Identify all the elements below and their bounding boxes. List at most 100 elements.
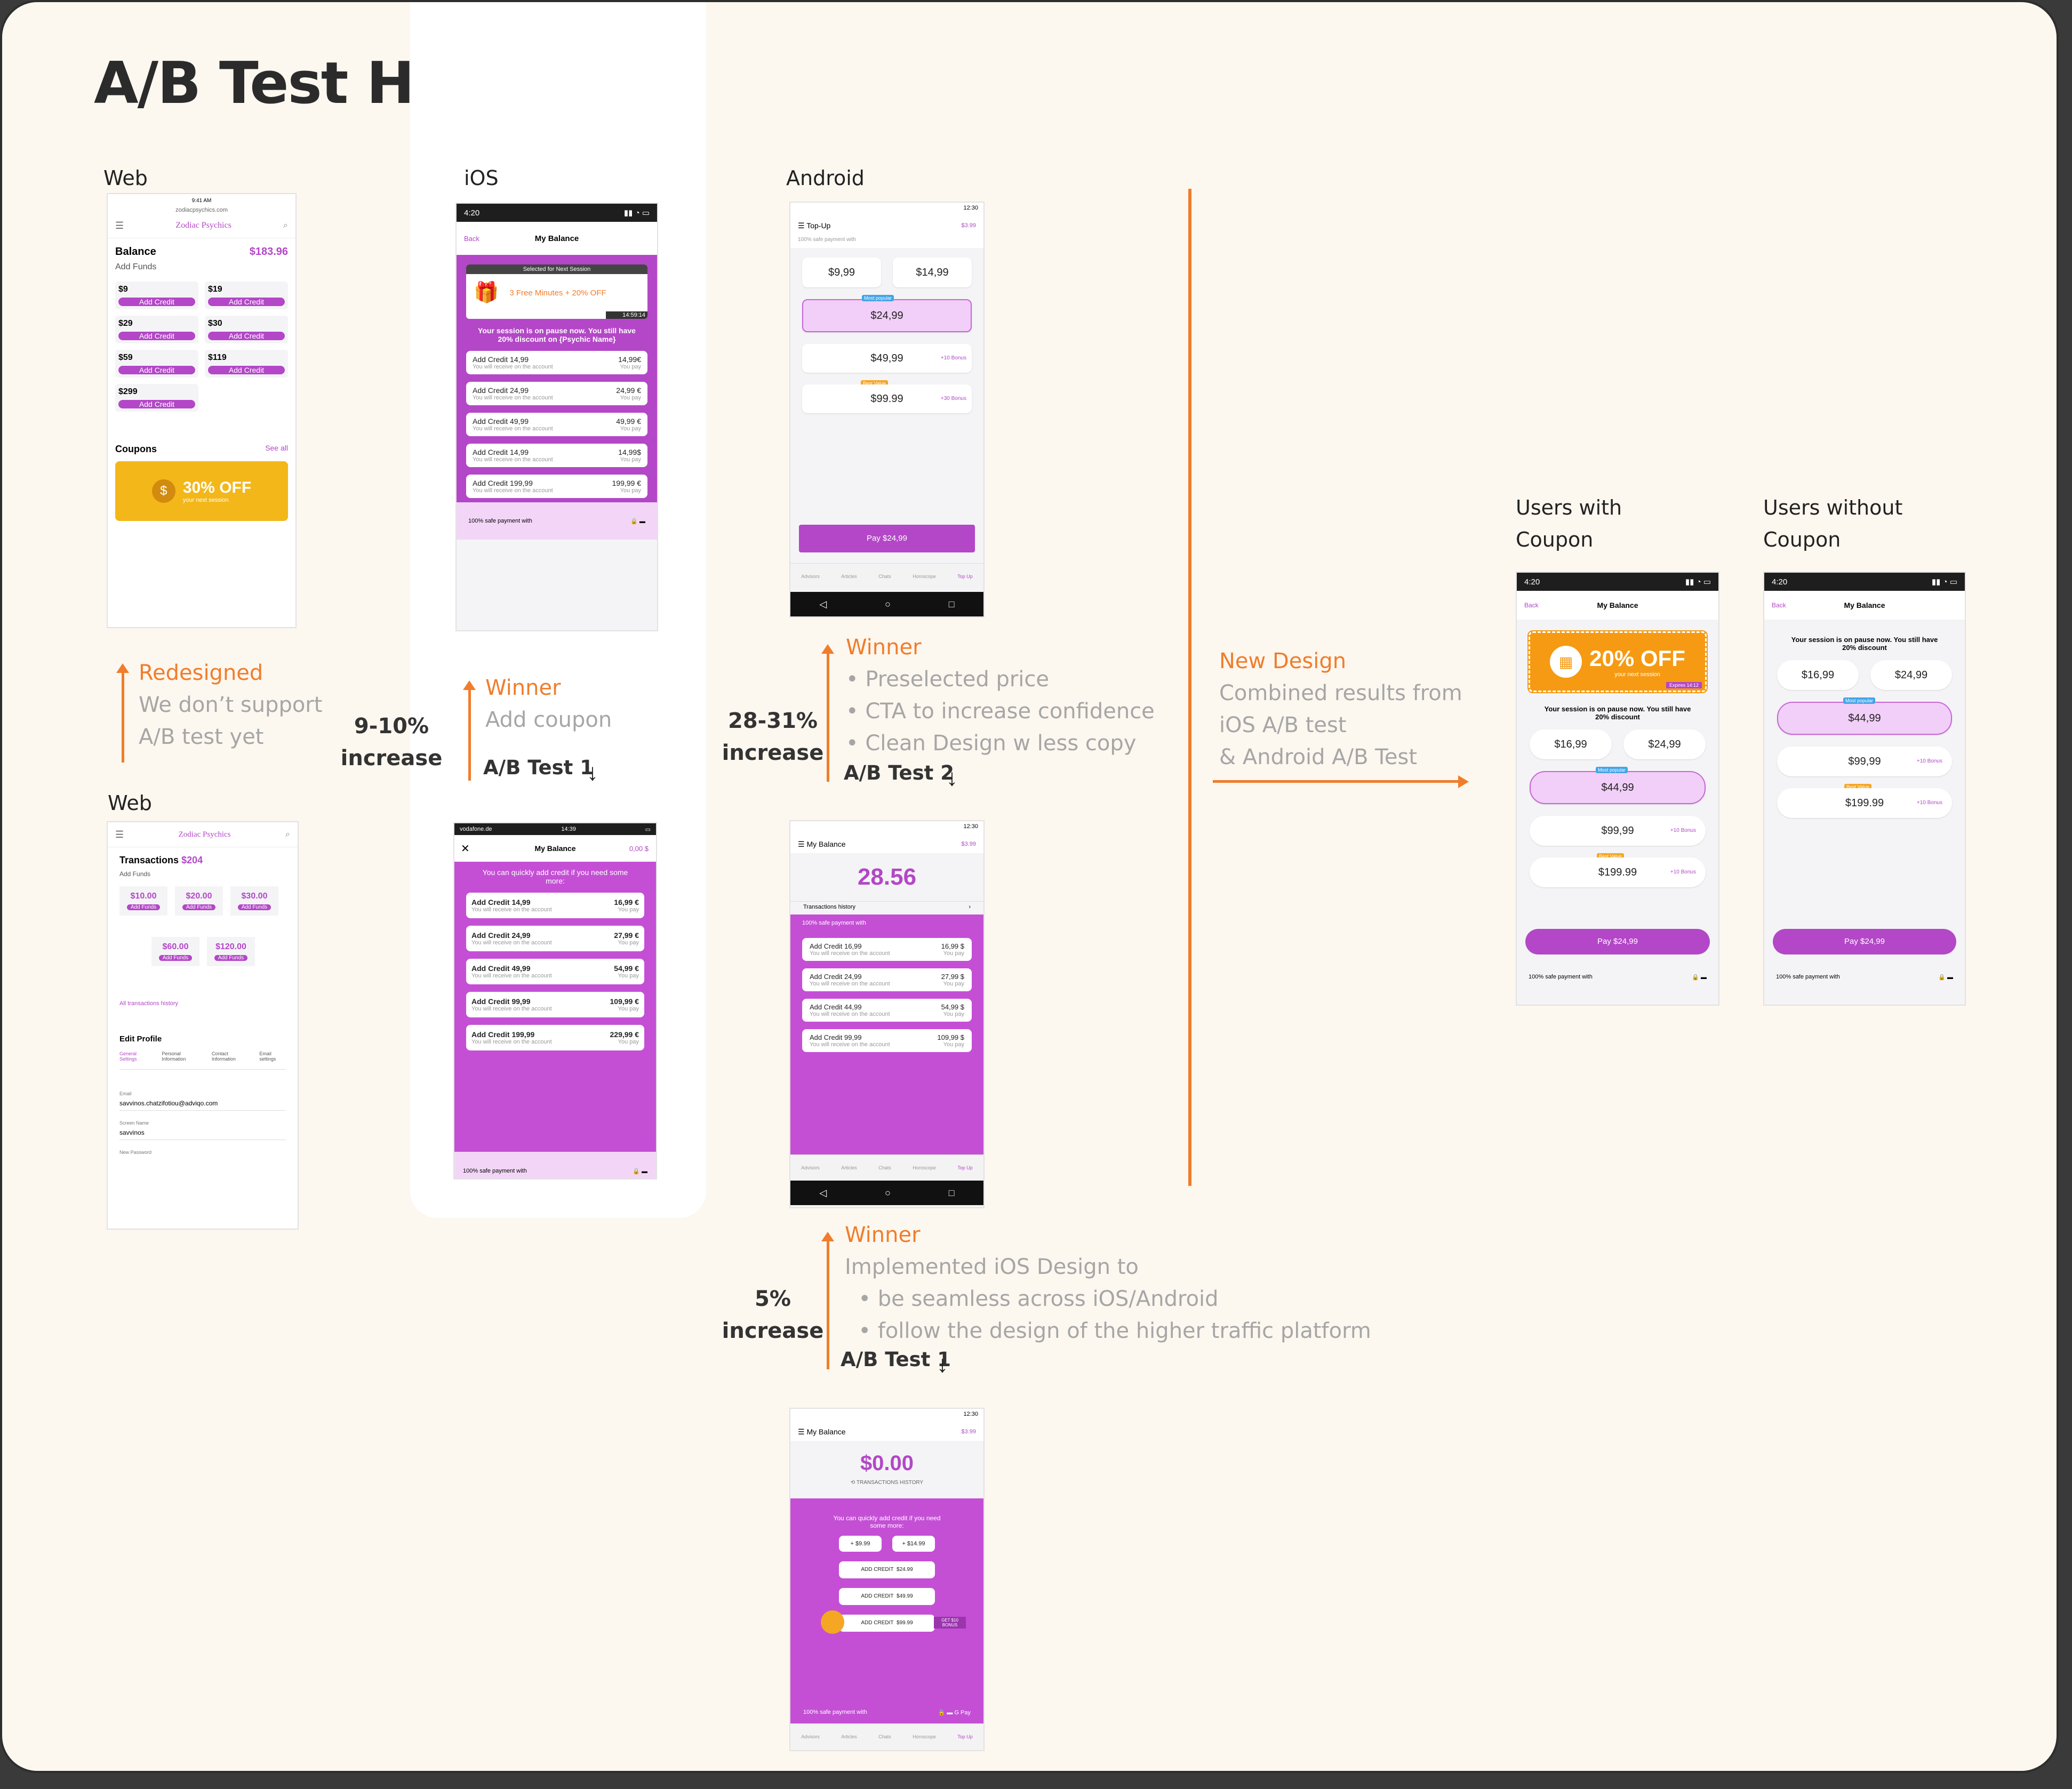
credit-row[interactable]: Add Credit 24,99 27,99 $ You will receive … <box>802 968 972 991</box>
tab-topup[interactable]: Top Up <box>957 1165 973 1170</box>
price-option[interactable]: $49,99 +10 Bonus <box>802 344 972 373</box>
recent-nav-icon[interactable]: □ <box>949 599 955 610</box>
search-icon[interactable]: ⌕ <box>285 830 290 839</box>
back-button[interactable]: Back <box>1772 601 1786 609</box>
price-option[interactable]: $14,99 <box>893 258 972 287</box>
email-field[interactable]: savvinos.chatzifotiou@adviqo.com <box>119 1096 286 1111</box>
credit-row[interactable]: Add Credit 99,99 109,99 $ You will receive… <box>802 1029 972 1052</box>
menu-icon[interactable]: ☰ <box>115 220 124 231</box>
tab-chats[interactable]: Chats <box>878 1165 891 1170</box>
tab-topup[interactable]: Top Up <box>957 1734 973 1739</box>
menu-icon[interactable]: ☰ <box>798 840 805 848</box>
credit-row[interactable]: Add Credit 44,99 54,99 $ You will receive … <box>802 999 972 1022</box>
expires-badge: Expires 14:12 <box>1666 682 1702 688</box>
credit-row[interactable]: Add Credit 49,99 54,99 € You will receive … <box>466 959 644 984</box>
add-credit-button[interactable]: Add Credit <box>208 298 285 306</box>
quick-add-button[interactable]: + $14.99 <box>892 1536 935 1552</box>
coupon-card[interactable]: Selected for Next Session 🎁 3 Free Minut… <box>466 264 647 319</box>
tab-advisors[interactable]: Advisors <box>801 574 820 579</box>
add-credit-button[interactable]: Add Credit <box>118 400 195 408</box>
tab-advisors[interactable]: Advisors <box>801 1165 820 1170</box>
price-option-selected[interactable]: $44,99 <box>1777 702 1952 735</box>
price-option[interactable]: $99,99 +10 Bonus <box>1777 747 1952 776</box>
price-option[interactable]: $16,99 <box>1777 660 1859 690</box>
price-option[interactable]: $99,99 +10 Bonus <box>1530 816 1706 846</box>
tab-email[interactable]: Email settings <box>259 1051 286 1062</box>
pay-button[interactable]: Pay $24,99 <box>1525 929 1710 954</box>
price-option[interactable]: $199.99 +10 Bonus <box>1530 857 1706 887</box>
add-credit-button[interactable]: Add Credit <box>118 332 195 340</box>
add-credit-button[interactable]: ADD CREDIT $49.99 <box>839 1588 935 1605</box>
tab-contact[interactable]: Contact Information <box>212 1051 249 1062</box>
price-option[interactable]: $16,99 <box>1530 729 1612 759</box>
add-funds-button[interactable]: Add Funds <box>127 904 160 910</box>
back-button[interactable]: Back <box>464 235 479 243</box>
coupon-card[interactable]: ▦ 20% OFF your next session Expires 14:12 <box>1527 630 1708 693</box>
tab-advisors[interactable]: Advisors <box>801 1734 820 1739</box>
price-option-selected[interactable]: $24,99 <box>802 299 972 332</box>
see-all-link[interactable]: See all <box>265 444 288 455</box>
add-credit-button[interactable]: ADD CREDIT $99.99 <box>839 1615 935 1632</box>
credit-row[interactable]: Add Credit 199,99 229,99 € You will receiv… <box>466 1025 644 1050</box>
price-option[interactable]: $24,99 <box>1623 729 1706 759</box>
tab-horoscope[interactable]: Horoscope <box>913 1165 936 1170</box>
home-nav-icon[interactable]: ○ <box>885 599 891 610</box>
transactions-history-link[interactable]: Transactions history <box>803 904 855 910</box>
credit-row[interactable]: Add Credit 99,99 109,99 € You will receive… <box>466 992 644 1017</box>
menu-icon[interactable]: ☰ <box>115 829 124 840</box>
back-nav-icon[interactable]: ◁ <box>819 1188 827 1199</box>
site-logo[interactable]: Zodiac Psychics <box>179 830 231 839</box>
transactions-history-link[interactable]: All transactions history <box>119 1000 286 1007</box>
add-credit-button[interactable]: Add Credit <box>118 366 195 374</box>
chevron-right-icon[interactable]: › <box>969 904 971 910</box>
add-funds-button[interactable]: Add Funds <box>159 955 192 961</box>
add-credit-button[interactable]: Add Credit <box>118 298 195 306</box>
credit-row[interactable]: Add Credit 14,99 16,99 € You will receive … <box>466 893 644 918</box>
tab-articles[interactable]: Articles <box>841 1165 857 1170</box>
tab-chats[interactable]: Chats <box>878 1734 891 1739</box>
web-url[interactable]: zodiacpsychics.com <box>108 207 295 213</box>
tab-articles[interactable]: Articles <box>841 1734 857 1739</box>
tab-chats[interactable]: Chats <box>878 574 891 579</box>
credit-row[interactable]: Add Credit 24,99 27,99 € You will receive … <box>466 926 644 951</box>
home-nav-icon[interactable]: ○ <box>885 1188 891 1199</box>
price-option[interactable]: $24,99 <box>1870 660 1952 690</box>
recent-nav-icon[interactable]: □ <box>949 1188 955 1199</box>
tab-general[interactable]: General Settings <box>119 1051 151 1062</box>
menu-icon[interactable]: ☰ <box>798 1427 805 1436</box>
close-icon[interactable]: ✕ <box>461 842 470 855</box>
credit-row[interactable]: Add Credit 16,99 16,99 $ You will receive … <box>802 938 972 961</box>
credit-row[interactable]: Add Credit 199,99 199,99 € You will receiv… <box>466 475 647 498</box>
price-option-selected[interactable]: $44,99 <box>1530 771 1706 804</box>
quick-add-button[interactable]: + $9.99 <box>839 1536 882 1552</box>
price-option[interactable]: $99.99 +30 Bonus <box>802 384 972 413</box>
screen-name-field[interactable]: savvinos <box>119 1126 286 1140</box>
price-option[interactable]: $9,99 <box>802 258 881 287</box>
tab-topup[interactable]: Top Up <box>957 574 973 579</box>
credit-row[interactable]: Add Credit 14,99 14,99€ You will receive o… <box>466 351 647 374</box>
menu-icon[interactable]: ☰ <box>798 221 805 230</box>
site-logo[interactable]: Zodiac Psychics <box>175 221 231 230</box>
credit-row[interactable]: Add Credit 14,99 14,99$ You will receive o… <box>466 444 647 467</box>
add-credit-button[interactable]: Add Credit <box>208 332 285 340</box>
credit-row[interactable]: Add Credit 24,99 24,99 € You will receive … <box>466 382 647 405</box>
tab-articles[interactable]: Articles <box>841 574 857 579</box>
price-option[interactable]: $199.99 +10 Bonus <box>1777 788 1952 818</box>
add-credit-button[interactable]: Add Credit <box>208 366 285 374</box>
back-button[interactable]: Back <box>1524 601 1539 609</box>
tab-horoscope[interactable]: Horoscope <box>913 574 936 579</box>
back-nav-icon[interactable]: ◁ <box>819 599 827 610</box>
tab-horoscope[interactable]: Horoscope <box>913 1734 936 1739</box>
search-icon[interactable]: ⌕ <box>283 221 288 230</box>
add-funds-button[interactable]: Add Funds <box>214 955 247 961</box>
add-funds-button[interactable]: Add Funds <box>238 904 271 910</box>
pay-button[interactable]: Pay $24,99 <box>1773 929 1956 954</box>
battery-icon: ▭ <box>645 826 651 833</box>
pay-button[interactable]: Pay $24,99 <box>799 525 975 552</box>
add-funds-button[interactable]: Add Funds <box>182 904 215 910</box>
tab-personal[interactable]: Personal Information <box>162 1051 201 1062</box>
coupon-card[interactable]: $ 30% OFF your next session <box>115 461 288 521</box>
transactions-history-link[interactable]: ⟲ TRANSACTIONS HISTORY <box>790 1480 983 1498</box>
add-credit-button[interactable]: ADD CREDIT $24.99 <box>839 1561 935 1578</box>
credit-row[interactable]: Add Credit 49,99 49,99 € You will receive … <box>466 413 647 436</box>
